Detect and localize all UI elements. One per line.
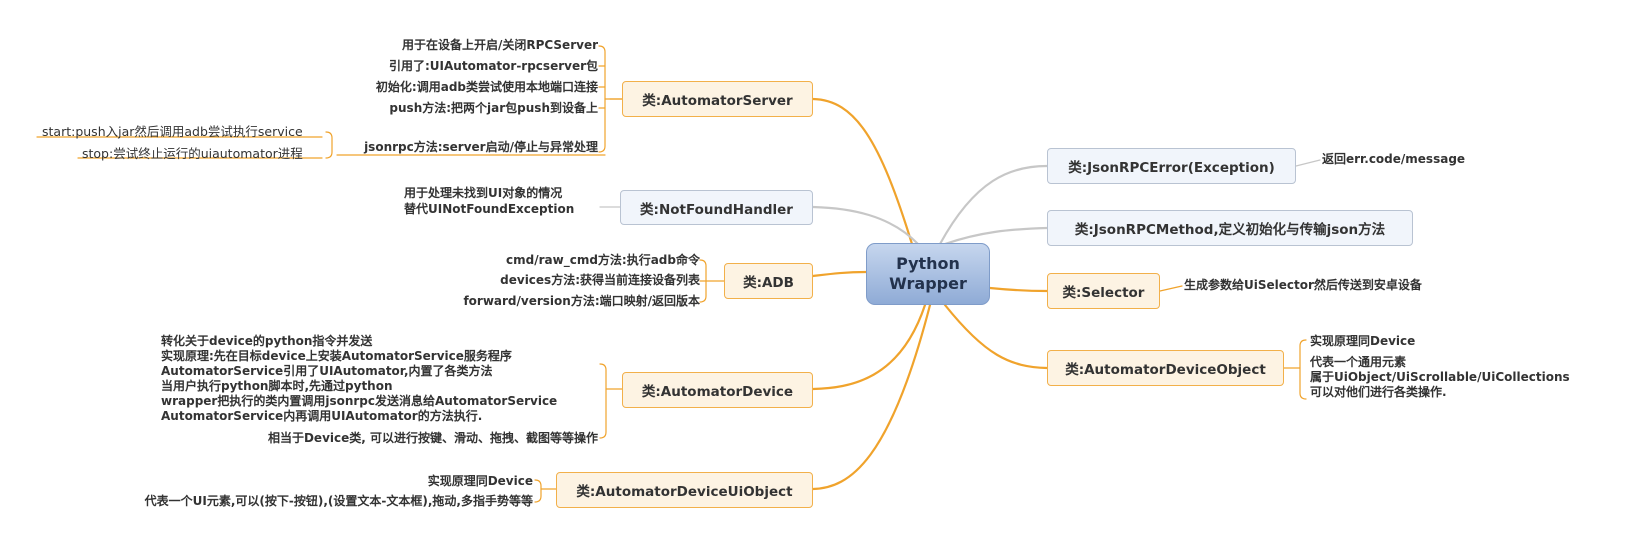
adb-item-3: forward/version方法:端口映射/返回版本 xyxy=(463,294,700,308)
node-selector[interactable]: 类:Selector xyxy=(1047,273,1160,309)
node-not-found-handler[interactable]: 类:NotFoundHandler xyxy=(620,190,813,225)
automator-server-item-4: push方法:把两个jar包push到设备上 xyxy=(389,101,598,115)
node-automator-device[interactable]: 类:AutomatorDevice xyxy=(622,372,813,408)
adb-item-1: cmd/raw_cmd方法:执行adb命令 xyxy=(506,253,700,267)
root-label-line1: Python xyxy=(896,254,960,273)
node-not-found-handler-label: 类:NotFoundHandler xyxy=(640,201,793,218)
automator-device-desc-3: AutomatorService引用了UIAutomator,内置了各类方法 xyxy=(161,364,493,378)
automator-server-item-3: 初始化:调用adb类尝试使用本地端口连接 xyxy=(375,80,598,94)
automator-device-object-item-2b: 属于UiObject/UiScrollable/UiCollections xyxy=(1310,370,1570,384)
automator-device-desc-2: 实现原理:先在目标device上安装AutomatorService服务程序 xyxy=(161,349,512,363)
automator-device-uiobject-item-2: 代表一个UI元素,可以(按下-按钮),(设置文本-文本框),拖动,多指手势等等 xyxy=(144,494,533,508)
connector-lines xyxy=(36,45,1321,503)
node-adb[interactable]: 类:ADB xyxy=(724,263,813,299)
root-label-line2: Wrapper xyxy=(889,274,967,293)
automator-device-desc-4: 当用户执行python脚本时,先通过python xyxy=(161,379,393,393)
automator-device-uiobject-item-1: 实现原理同Device xyxy=(427,474,533,488)
root-node[interactable]: Python Wrapper xyxy=(866,243,990,305)
automator-device-item-2: 相当于Device类, 可以进行按键、滑动、拖拽、截图等等操作 xyxy=(267,431,598,445)
not-found-handler-desc-1: 用于处理未找到UI对象的情况 xyxy=(404,186,563,200)
node-jsonrpc-error-label: 类:JsonRPCError(Exception) xyxy=(1068,160,1275,176)
node-automator-device-object[interactable]: 类:AutomatorDeviceObject xyxy=(1047,350,1284,386)
automator-server-sub-item-1: start:push入jar然后调用adb尝试执行service xyxy=(42,124,303,139)
node-automator-server-label: 类:AutomatorServer xyxy=(642,93,793,109)
node-selector-label: 类:Selector xyxy=(1062,285,1145,301)
automator-device-object-item-1: 实现原理同Device xyxy=(1310,334,1416,348)
node-automator-device-uiobject[interactable]: 类:AutomatorDeviceUiObject xyxy=(556,472,813,508)
automator-server-item-2: 引用了:UIAutomator-rpcserver包 xyxy=(389,59,598,73)
node-automator-server[interactable]: 类:AutomatorServer xyxy=(622,81,813,117)
adb-item-2: devices方法:获得当前连接设备列表 xyxy=(500,273,700,287)
automator-server-item-5: jsonrpc方法:server启动/停止与异常处理 xyxy=(364,140,598,154)
node-jsonrpc-method[interactable]: 类:JsonRPCMethod,定义初始化与传输json方法 xyxy=(1047,210,1413,246)
node-automator-device-label: 类:AutomatorDevice xyxy=(641,384,794,400)
jsonrpc-error-item: 返回err.code/message xyxy=(1322,152,1466,166)
node-adb-label: 类:ADB xyxy=(743,275,794,291)
node-automator-device-uiobject-label: 类:AutomatorDeviceUiObject xyxy=(576,484,793,500)
automator-device-object-item-2a: 代表一个通用元素 xyxy=(1310,355,1407,369)
automator-device-object-item-2c: 可以对他们进行各类操作. xyxy=(1310,385,1447,399)
automator-device-desc-5: wrapper把执行的类内置调用jsonrpc发送消息给AutomatorSer… xyxy=(161,394,558,408)
not-found-handler-desc-2: 替代UINotFoundException xyxy=(404,202,575,216)
node-jsonrpc-method-label: 类:JsonRPCMethod,定义初始化与传输json方法 xyxy=(1074,222,1386,238)
automator-device-desc-6: AutomatorService内再调用UIAutomator的方法执行. xyxy=(161,409,483,423)
automator-device-desc-1: 转化关于device的python指令并发送 xyxy=(161,334,373,348)
node-automator-device-object-label: 类:AutomatorDeviceObject xyxy=(1065,362,1266,378)
node-jsonrpc-error[interactable]: 类:JsonRPCError(Exception) xyxy=(1047,148,1296,184)
automator-server-item-1: 用于在设备上开启/关闭RPCServer xyxy=(401,38,598,52)
selector-item: 生成参数给UiSelector然后传送到安卓设备 xyxy=(1184,278,1422,292)
automator-server-sub-item-2: stop:尝试终止运行的uiautomator进程 xyxy=(82,146,303,161)
